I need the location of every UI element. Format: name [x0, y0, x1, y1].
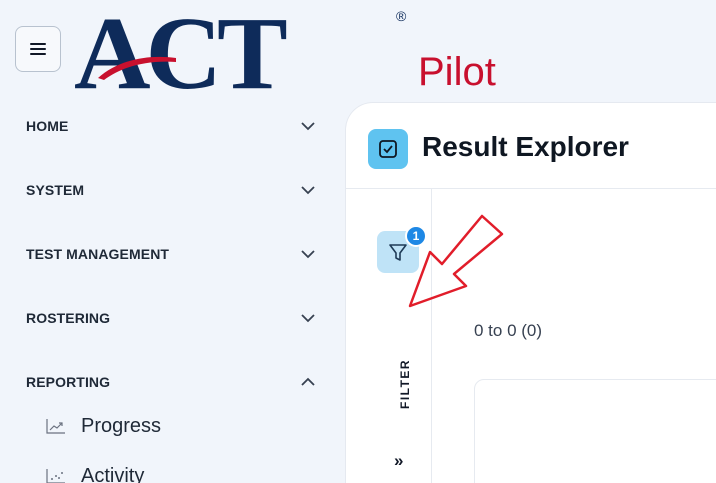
sidebar-item-label: SYSTEM — [26, 182, 85, 198]
page-header: Result Explorer — [346, 103, 716, 189]
registered-mark: ® — [396, 8, 407, 24]
sidebar-item-rostering[interactable]: ROSTERING — [26, 298, 316, 338]
chevron-down-icon — [301, 122, 315, 131]
sidebar-subitem-label: Progress — [81, 414, 162, 437]
result-count: 0 to 0 (0) — [474, 321, 543, 340]
sidebar-item-label: TEST MANAGEMENT — [26, 246, 170, 262]
menu-button[interactable] — [15, 26, 61, 72]
product-name: Pilot — [418, 50, 496, 94]
expand-filter-button[interactable]: » — [394, 451, 403, 471]
sidebar-subitem-activity[interactable]: Activity — [46, 460, 144, 483]
sidebar-item-system[interactable]: SYSTEM — [26, 170, 316, 210]
trend-chart-icon — [46, 419, 65, 434]
sidebar-item-label: HOME — [26, 118, 69, 134]
annotation-arrow-icon — [408, 214, 504, 308]
chevron-up-icon — [301, 377, 315, 386]
scatter-chart-icon — [46, 469, 65, 483]
chevron-down-icon — [301, 314, 315, 323]
sidebar: HOME SYSTEM TEST MANAGEMENT ROSTERING RE… — [0, 100, 345, 483]
chevron-down-icon — [301, 250, 315, 259]
checkbox-icon — [368, 129, 408, 169]
main-panel: Result Explorer 1 FILTER » 0 to 0 (0) — [345, 102, 716, 483]
hamburger-icon — [30, 43, 46, 55]
sidebar-subitem-label: Activity — [81, 464, 145, 483]
sidebar-item-test-management[interactable]: TEST MANAGEMENT — [26, 234, 316, 274]
sidebar-item-reporting[interactable]: REPORTING — [26, 362, 316, 402]
sidebar-item-home[interactable]: HOME — [26, 106, 316, 146]
sidebar-subitem-progress[interactable]: Progress — [46, 410, 161, 442]
top-bar: ACT ® Pilot — [0, 0, 716, 106]
chevron-down-icon — [301, 186, 315, 195]
filter-label[interactable]: FILTER — [398, 359, 412, 409]
sidebar-item-label: REPORTING — [26, 374, 111, 390]
sidebar-item-label: ROSTERING — [26, 310, 111, 326]
results-card — [474, 379, 716, 483]
page-title: Result Explorer — [422, 131, 629, 162]
logo-swoosh — [98, 56, 176, 80]
